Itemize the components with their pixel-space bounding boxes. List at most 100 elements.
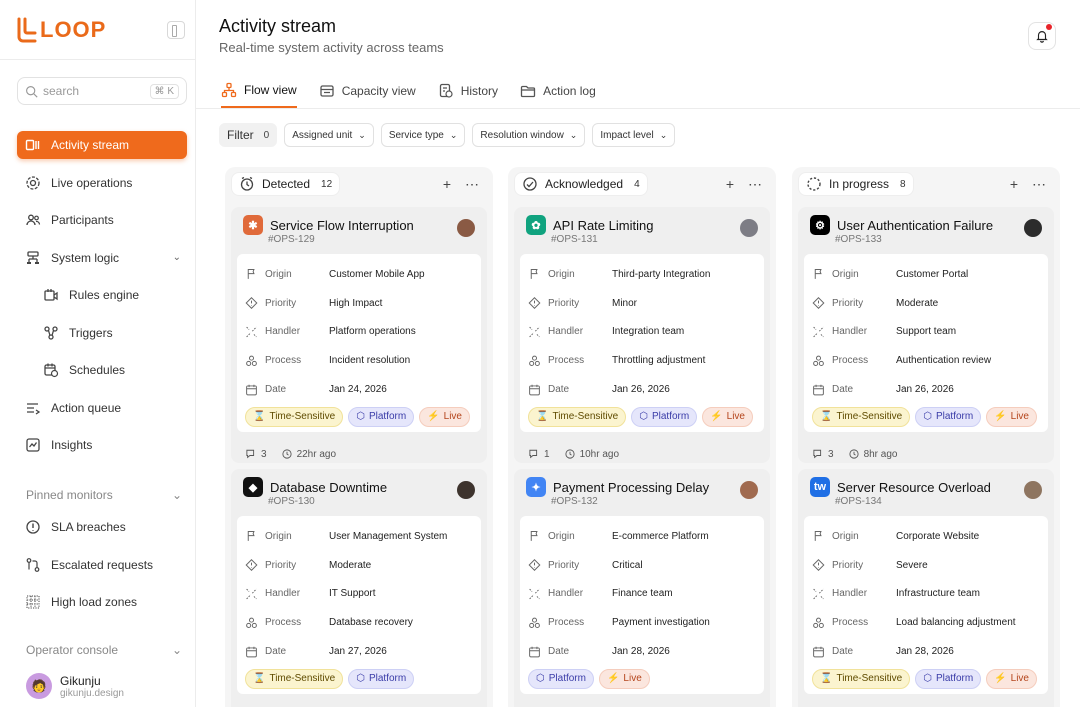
tag-ts[interactable]: ⌛ Time-Sensitive [528,406,627,427]
tag-lv[interactable]: ⚡ Live [598,668,650,689]
ticket-id: #OPS-133 [835,234,882,245]
filter-resolution-window[interactable]: Resolution window ⌄ [472,123,586,147]
ticket-card[interactable]: ◆ Database Downtime #OPS-130 Origin User Man… [231,469,487,707]
tag-pf[interactable]: ⬡ Platform [915,406,982,427]
comment-count[interactable]: 1 [528,448,550,460]
assignee-avatar[interactable] [457,481,475,499]
field-process: Process Payment investigation [528,608,756,637]
filter-button[interactable]: Filter 0 [219,123,278,147]
sidebar-item-participants[interactable]: Participants [17,206,187,234]
ticket-card[interactable]: tw Server Resource Overload #OPS-134 Origin… [798,469,1054,707]
logo-text: LOOP [40,16,107,42]
tag-pf[interactable]: ⬡ Platform [348,406,415,427]
capacity-icon [319,83,335,99]
ticket-card[interactable]: ✿ API Rate Limiting #OPS-131 Origin Third-pa… [514,207,770,463]
field-value: Platform operations [329,326,416,338]
field-label: Process [832,617,869,629]
tag-lv[interactable]: ⚡ Live [419,406,470,427]
comment-count[interactable]: 3 [812,448,834,460]
tag-ts[interactable]: ⌛ Time-Sensitive [812,668,911,689]
more-options-icon[interactable]: ⋯ [465,176,479,193]
ticket-card[interactable]: ✦ Payment Processing Delay #OPS-132 Origin E… [514,469,770,707]
column-status[interactable]: Acknowledged 4 [514,172,648,196]
tab-history[interactable]: History [438,74,498,108]
assignee-avatar[interactable] [740,481,758,499]
field-label: Date [548,384,570,396]
filter-assigned-unit[interactable]: Assigned unit ⌄ [284,123,374,147]
sidebar-item-insights[interactable]: Insights [17,431,187,459]
tag-lv[interactable]: ⚡ Live [702,406,753,427]
sidebar-item-activity-stream[interactable]: Activity stream [17,131,187,159]
flag-icon [528,530,541,543]
tag-pf[interactable]: ⬡ Platform [348,668,415,689]
ticket-card[interactable]: ✱ Service Flow Interruption #OPS-129 Origin… [231,207,487,463]
add-card-button[interactable]: + [1010,176,1018,193]
tag-list: ⌛ Time-Sensitive ⬡ Platform ⚡ Live [812,406,1040,427]
user-profile[interactable]: 🧑 Gikunju gikunju.design [26,673,124,699]
sidebar-item-triggers[interactable]: Triggers [17,319,187,347]
field-label: Origin [832,530,859,542]
sidebar-item-schedules[interactable]: Schedules [17,356,187,384]
search-input[interactable]: search ⌘ K [17,77,187,105]
field-label: Handler [832,588,868,600]
operator-console-header[interactable]: Operator console ⌄ [26,643,182,657]
tag-icon: ⚡ [710,411,723,423]
field-origin: Origin Customer Portal [812,260,1040,289]
chevron-down-icon[interactable]: ⌄ [173,252,181,263]
sidebar-item-high-load-zones[interactable]: High load zones [17,588,187,616]
process-icon [812,354,825,367]
ticket-details: Origin E-commerce Platform Priority Critica… [520,516,764,694]
tab-capacity-view[interactable]: Capacity view [319,74,416,108]
sidebar-item-live-operations[interactable]: Live operations [17,169,187,197]
tag-pf[interactable]: ⬡ Platform [631,406,698,427]
tag-pf[interactable]: ⬡ Platform [528,668,594,689]
more-options-icon[interactable]: ⋯ [1032,176,1046,193]
add-card-button[interactable]: + [443,176,451,193]
filter-service-type[interactable]: Service type ⌄ [380,123,466,147]
field-value: Moderate [896,297,939,309]
field-label: Process [548,355,585,367]
assignee-avatar[interactable] [1024,219,1042,237]
column-acknowledged: Acknowledged 4 + ⋯ ✿ API Rate Limiting #OPS-13… [508,167,776,707]
filter-count: 0 [263,129,270,141]
chevron-down-icon: ⌄ [171,488,182,502]
filter-label: Filter [227,128,254,142]
column-status[interactable]: In progress 8 [798,172,914,196]
tab-flow-view[interactable]: Flow view [221,74,297,108]
field-label: Date [548,646,570,658]
column-status[interactable]: Detected 12 [231,172,341,196]
tag-label: Platform [368,673,407,685]
sidebar-item-action-queue[interactable]: Action queue [17,394,187,422]
add-card-button[interactable]: + [726,176,734,193]
pinned-monitors-header[interactable]: Pinned monitors ⌄ [26,488,182,502]
tag-pf[interactable]: ⬡ Platform [915,668,982,689]
sidebar-item-rules-engine[interactable]: Rules engine [17,281,187,309]
tag-ts[interactable]: ⌛ Time-Sensitive [812,406,911,427]
sidebar-item-sla-breaches[interactable]: SLA breaches [17,513,187,541]
sidebar-item-system-logic[interactable]: System logic ⌄ [17,244,187,272]
more-options-icon[interactable]: ⋯ [748,176,762,193]
column-header: In progress 8 + ⋯ [792,167,1060,201]
tag-lv[interactable]: ⚡ Live [986,668,1037,689]
tag-lv[interactable]: ⚡ Live [986,406,1037,427]
assignee-avatar[interactable] [457,219,475,237]
tab-action-log[interactable]: Action log [520,74,596,108]
sidebar-item-escalated-requests[interactable]: Escalated requests [17,551,187,579]
comment-count[interactable]: 3 [245,448,267,460]
time-ago: 22hr ago [281,448,336,460]
field-value: Jan 24, 2026 [329,384,387,396]
field-label: Origin [265,268,292,280]
logo[interactable]: LOOP [16,17,106,43]
tag-ts[interactable]: ⌛ Time-Sensitive [245,668,344,689]
tag-ts[interactable]: ⌛ Time-Sensitive [245,406,344,427]
ticket-title: Database Downtime [270,479,388,495]
queue-icon [25,400,41,416]
collapse-sidebar-icon[interactable] [167,20,185,39]
sidebar-item-label: Participants [51,213,114,227]
notifications-button[interactable] [1028,22,1056,50]
ticket-card[interactable]: ⚙ User Authentication Failure #OPS-133 Orig… [798,207,1054,463]
assignee-avatar[interactable] [740,219,758,237]
assignee-avatar[interactable] [1024,481,1042,499]
filter-impact-level[interactable]: Impact level ⌄ [592,123,676,147]
chevron-down-icon: ⌄ [569,129,578,140]
